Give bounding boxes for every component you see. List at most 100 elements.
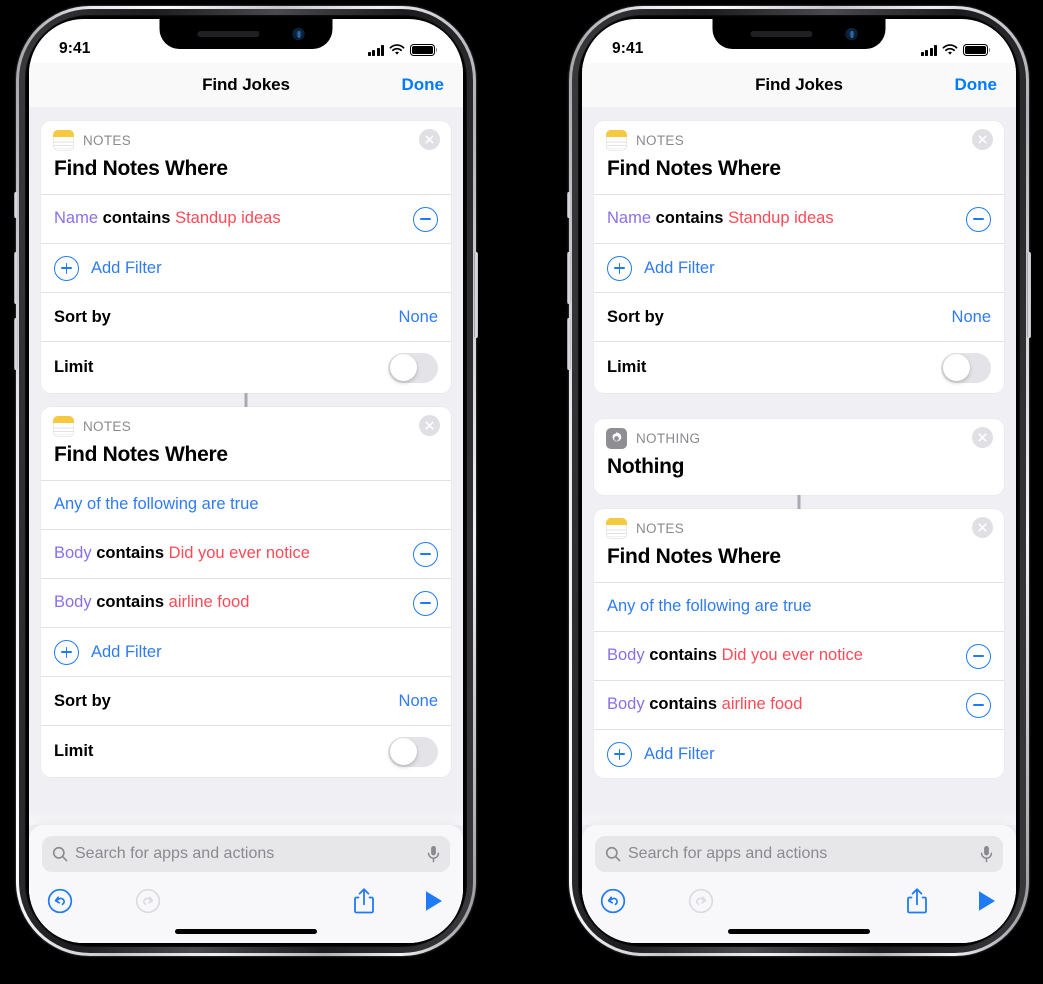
silent-switch-button[interactable] bbox=[567, 192, 571, 218]
share-button[interactable] bbox=[890, 887, 944, 915]
close-icon[interactable] bbox=[419, 129, 440, 150]
redo-button[interactable] bbox=[688, 888, 742, 914]
remove-filter-icon[interactable] bbox=[966, 643, 991, 669]
close-icon[interactable] bbox=[972, 517, 993, 538]
home-indicator[interactable] bbox=[728, 929, 870, 934]
filter-row[interactable]: Body contains airline food bbox=[41, 578, 451, 627]
undo-button[interactable] bbox=[600, 888, 654, 914]
action-card-nothing[interactable]: NOTHING Nothing bbox=[594, 419, 1004, 495]
notes-app-icon bbox=[606, 518, 627, 539]
sort-by-row[interactable]: Sort by None bbox=[594, 292, 1004, 341]
volume-down-button[interactable] bbox=[14, 318, 18, 370]
limit-toggle[interactable] bbox=[388, 736, 438, 767]
done-button[interactable]: Done bbox=[402, 75, 445, 95]
close-icon[interactable] bbox=[972, 129, 993, 150]
sort-by-value[interactable]: None bbox=[399, 308, 438, 327]
condition-mode-row[interactable]: Any of the following are true bbox=[594, 582, 1004, 631]
filter-operator: contains bbox=[649, 646, 718, 665]
earpiece-speaker-icon bbox=[750, 31, 813, 37]
card-header: NOTES bbox=[594, 121, 1004, 153]
limit-toggle[interactable] bbox=[941, 352, 991, 383]
nav-bar: Find Jokes Done bbox=[582, 63, 1016, 107]
action-card-find-notes-2[interactable]: NOTES Find Notes Where Any of the follow… bbox=[594, 509, 1004, 778]
sort-by-label: Sort by bbox=[607, 307, 664, 326]
search-placeholder: Search for apps and actions bbox=[628, 845, 828, 862]
filter-operator: contains bbox=[655, 209, 724, 228]
page-title: Find Jokes bbox=[202, 75, 290, 94]
condition-mode-label: Any of the following are true bbox=[54, 495, 259, 514]
share-icon bbox=[907, 888, 927, 914]
add-filter-label: Add Filter bbox=[644, 744, 715, 763]
card-app-name: NOTES bbox=[83, 133, 132, 148]
filter-row[interactable]: Name contains Standup ideas bbox=[41, 194, 451, 243]
search-input[interactable]: Search for apps and actions bbox=[595, 836, 1003, 872]
filter-row[interactable]: Name contains Standup ideas bbox=[594, 194, 1004, 243]
remove-filter-icon[interactable] bbox=[966, 206, 991, 232]
sort-by-value[interactable]: None bbox=[952, 308, 991, 327]
filter-operator: contains bbox=[102, 209, 171, 228]
home-indicator[interactable] bbox=[175, 929, 317, 934]
sort-by-row[interactable]: Sort by None bbox=[41, 676, 451, 725]
volume-up-button[interactable] bbox=[14, 252, 18, 304]
redo-button[interactable] bbox=[135, 888, 189, 914]
remove-filter-icon[interactable] bbox=[413, 206, 438, 232]
filter-row[interactable]: Body contains Did you ever notice bbox=[594, 631, 1004, 680]
condition-mode-row[interactable]: Any of the following are true bbox=[41, 480, 451, 529]
iphone-right: 9:41 Find Jokes Done NOTES Find Notes Wh… bbox=[567, 6, 1031, 956]
action-card-find-notes-1[interactable]: NOTES Find Notes Where Name contains Sta… bbox=[594, 121, 1004, 393]
share-button[interactable] bbox=[337, 887, 391, 915]
action-card-find-notes-1[interactable]: NOTES Find Notes Where Name contains Sta… bbox=[41, 121, 451, 393]
done-button[interactable]: Done bbox=[955, 75, 998, 95]
microphone-icon[interactable] bbox=[427, 845, 440, 863]
add-filter-row[interactable]: Add Filter bbox=[41, 243, 451, 292]
run-button[interactable] bbox=[944, 889, 998, 913]
add-filter-row[interactable]: Add Filter bbox=[594, 243, 1004, 292]
search-input[interactable]: Search for apps and actions bbox=[42, 836, 450, 872]
filter-field: Body bbox=[607, 646, 645, 665]
card-title: Find Notes Where bbox=[54, 443, 228, 466]
filter-value: airline food bbox=[721, 695, 803, 714]
add-filter-row[interactable]: Add Filter bbox=[41, 627, 451, 676]
status-time: 9:41 bbox=[612, 39, 644, 57]
action-card-find-notes-2[interactable]: NOTES Find Notes Where Any of the follow… bbox=[41, 407, 451, 777]
wifi-icon bbox=[389, 44, 405, 55]
plus-icon[interactable] bbox=[607, 255, 632, 281]
limit-row[interactable]: Limit bbox=[41, 341, 451, 393]
search-placeholder: Search for apps and actions bbox=[75, 845, 275, 862]
remove-filter-icon[interactable] bbox=[413, 590, 438, 616]
power-button[interactable] bbox=[1027, 252, 1031, 338]
close-icon[interactable] bbox=[972, 427, 993, 448]
limit-row[interactable]: Limit bbox=[41, 725, 451, 777]
volume-up-button[interactable] bbox=[567, 252, 571, 304]
silent-switch-button[interactable] bbox=[14, 192, 18, 218]
undo-button[interactable] bbox=[47, 888, 101, 914]
screenshot-stage: 9:41 Find Jokes Done NOTES Find Notes Wh… bbox=[0, 0, 1043, 984]
filter-field: Name bbox=[607, 209, 652, 228]
nav-bar: Find Jokes Done bbox=[29, 63, 463, 107]
close-icon[interactable] bbox=[419, 415, 440, 436]
volume-down-button[interactable] bbox=[567, 318, 571, 370]
sort-by-row[interactable]: Sort by None bbox=[41, 292, 451, 341]
remove-filter-icon[interactable] bbox=[966, 692, 991, 718]
microphone-icon[interactable] bbox=[980, 845, 993, 863]
action-toolbar bbox=[582, 882, 1016, 920]
power-button[interactable] bbox=[474, 252, 478, 338]
limit-toggle[interactable] bbox=[388, 352, 438, 383]
add-filter-label: Add Filter bbox=[91, 258, 162, 277]
card-header: NOTHING bbox=[594, 419, 1004, 451]
limit-row[interactable]: Limit bbox=[594, 341, 1004, 393]
filter-row[interactable]: Body contains airline food bbox=[594, 680, 1004, 729]
bottom-bar: Search for apps and actions bbox=[29, 825, 463, 943]
sort-by-value[interactable]: None bbox=[399, 692, 438, 711]
card-header: NOTES bbox=[594, 509, 1004, 541]
remove-filter-icon[interactable] bbox=[413, 541, 438, 567]
plus-icon[interactable] bbox=[54, 639, 79, 665]
plus-icon[interactable] bbox=[54, 255, 79, 281]
filter-row[interactable]: Body contains Did you ever notice bbox=[41, 529, 451, 578]
card-app-name: NOTES bbox=[636, 133, 685, 148]
card-app-name: NOTES bbox=[636, 521, 685, 536]
run-button[interactable] bbox=[391, 889, 445, 913]
filter-expression: Name contains Standup ideas bbox=[607, 209, 834, 229]
plus-icon[interactable] bbox=[607, 741, 632, 767]
add-filter-row[interactable]: Add Filter bbox=[594, 729, 1004, 778]
